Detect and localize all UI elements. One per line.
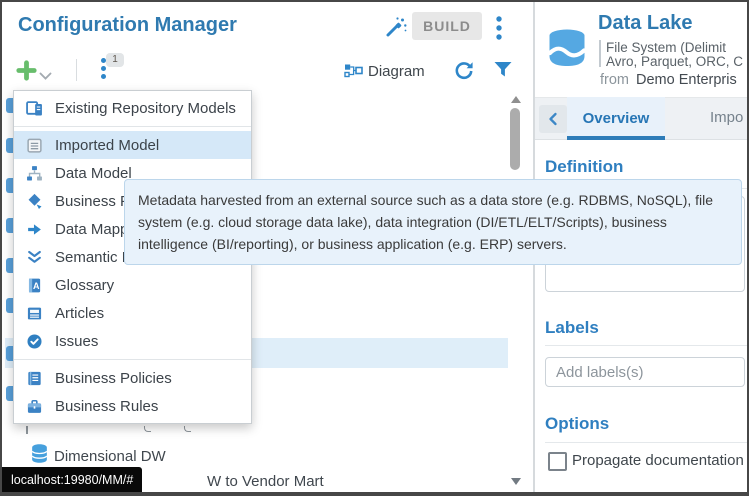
- scrollbar-thumb[interactable]: [510, 108, 520, 170]
- issues-icon: [26, 333, 43, 350]
- filter-funnel-icon[interactable]: [493, 61, 513, 84]
- menu-item-glossary[interactable]: A Glossary: [14, 271, 251, 299]
- business-policies-icon: [26, 370, 43, 387]
- business-rules-icon: [26, 398, 43, 415]
- menu-item-imported-model[interactable]: Imported Model: [14, 131, 251, 159]
- semantic-mapping-icon: [26, 249, 43, 266]
- scrollbar-up-arrow[interactable]: [511, 96, 521, 103]
- database-icon: [30, 443, 49, 469]
- diagram-icon[interactable]: [344, 62, 363, 83]
- glossary-icon: A: [26, 277, 43, 294]
- data-lake-icon: [543, 26, 591, 79]
- definition-section-title: Definition: [545, 157, 623, 177]
- articles-icon: [26, 305, 43, 322]
- refresh-icon[interactable]: [452, 59, 476, 88]
- add-plus-icon[interactable]: [16, 60, 37, 86]
- selection-count-badge: 1: [106, 53, 124, 67]
- imported-model-tooltip: Metadata harvested from an external sour…: [124, 179, 742, 265]
- repository-model-icon: [26, 100, 43, 117]
- tab-import[interactable]: Impo: [710, 109, 743, 126]
- propagate-documentation-label: Propagate documentation: [572, 452, 744, 469]
- status-url-bar: localhost:19980/MM/#: [2, 467, 142, 493]
- menu-item-business-rules[interactable]: Business Rules: [14, 392, 251, 420]
- page-title: Configuration Manager: [18, 14, 237, 37]
- scrollbar-down-arrow[interactable]: [511, 478, 521, 485]
- obscured-item-fragment: [184, 426, 191, 432]
- chevron-left-icon: [547, 112, 559, 126]
- add-chevron-down-icon[interactable]: [39, 68, 52, 86]
- detail-subtitle-line2: Avro, Parquet, ORC, C: [606, 54, 743, 69]
- from-value: Demo Enterpris: [636, 72, 737, 88]
- imported-model-icon: [26, 137, 43, 154]
- configuration-manager-window: Configuration Manager BUILD 1: [0, 0, 749, 496]
- tab-overview[interactable]: Overview: [567, 97, 665, 140]
- menu-item-business-policies[interactable]: Business Policies: [14, 364, 251, 392]
- detail-subtitle-line1: File System (Delimit: [606, 40, 726, 55]
- toolbar-divider: [76, 59, 77, 81]
- add-labels-input[interactable]: [545, 357, 745, 387]
- menu-separator: [14, 359, 251, 360]
- detail-title: Data Lake: [598, 12, 693, 35]
- menu-item-issues[interactable]: Issues: [14, 327, 251, 355]
- svg-text:A: A: [33, 280, 40, 290]
- data-model-icon: [26, 165, 43, 182]
- build-button[interactable]: BUILD: [412, 12, 482, 40]
- menu-item-existing-repository-models[interactable]: Existing Repository Models: [14, 94, 251, 122]
- options-section-title: Options: [545, 414, 609, 434]
- business-diamond-icon: [26, 193, 43, 210]
- obscured-item-fragment: [26, 426, 28, 434]
- from-label: from: [600, 72, 629, 88]
- header-kebab-menu-icon[interactable]: [495, 15, 503, 46]
- data-mapping-icon: [26, 221, 43, 238]
- magic-wand-icon[interactable]: [384, 15, 408, 44]
- subtitle-divider: [599, 40, 601, 67]
- menu-item-articles[interactable]: Articles: [14, 299, 251, 327]
- menu-separator: [14, 126, 251, 127]
- collapse-panel-button[interactable]: [539, 105, 567, 133]
- propagate-documentation-checkbox[interactable]: [548, 452, 567, 471]
- obscured-item-fragment: [144, 426, 151, 432]
- active-tab-underline: [567, 136, 665, 140]
- tree-item-vendor-mart[interactable]: W to Vendor Mart: [207, 473, 324, 490]
- labels-section-title: Labels: [545, 318, 599, 338]
- section-divider: [545, 345, 749, 346]
- diagram-toggle-label[interactable]: Diagram: [368, 63, 425, 80]
- detail-source: from Demo Enterpris: [600, 72, 737, 88]
- section-divider: [545, 442, 749, 443]
- tree-item-dimensional-dw[interactable]: Dimensional DW: [54, 448, 166, 465]
